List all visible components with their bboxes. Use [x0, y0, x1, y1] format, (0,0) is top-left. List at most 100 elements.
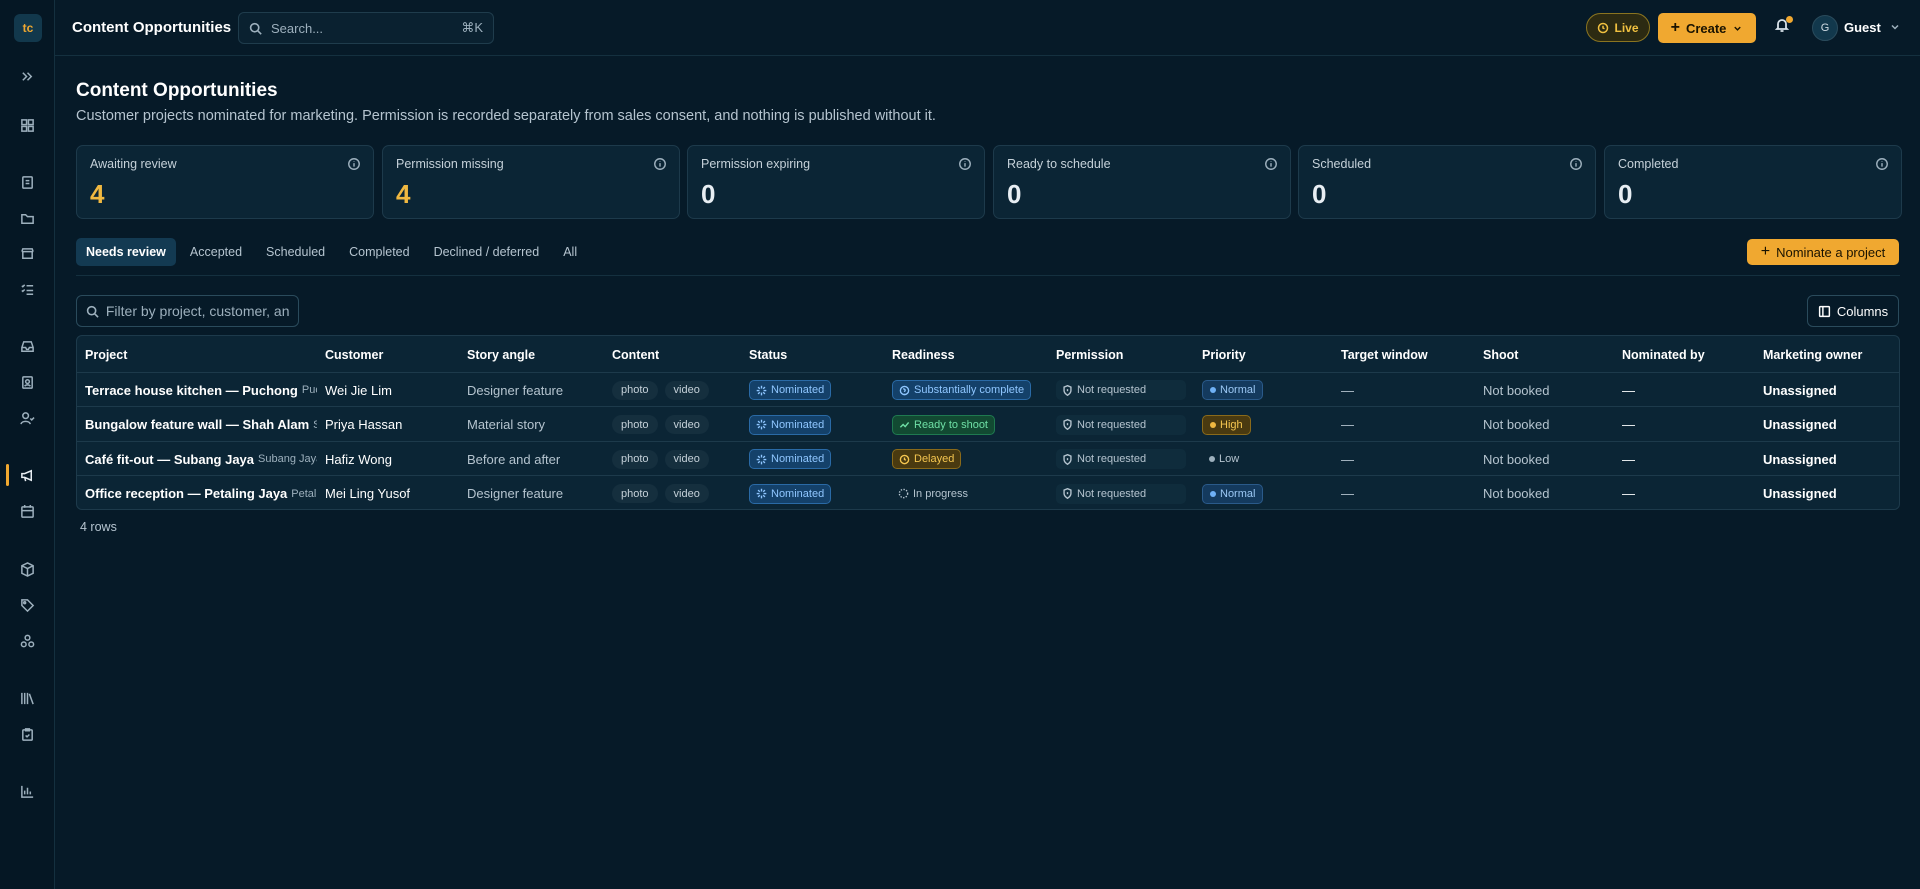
- stat-value: 0: [1007, 179, 1022, 209]
- marketing-owner-cell: Unassigned: [1763, 382, 1837, 398]
- column-header[interactable]: Marketing owner: [1763, 336, 1862, 373]
- search-icon: [249, 22, 262, 35]
- target-window-cell: —: [1341, 486, 1354, 501]
- info-icon[interactable]: [1875, 157, 1889, 174]
- sparkle-icon: [756, 454, 767, 465]
- avatar[interactable]: G: [1812, 15, 1838, 41]
- dashed-circle-icon: [898, 488, 909, 499]
- marketing-owner-cell: Unassigned: [1763, 417, 1837, 432]
- shoot-cell: Not booked: [1483, 486, 1550, 501]
- content-cell: photo video: [612, 442, 742, 476]
- priority-cell: High: [1202, 408, 1337, 442]
- column-header[interactable]: Status: [749, 336, 787, 373]
- columns-icon: [1818, 305, 1830, 317]
- marketing-owner-cell: Unassigned: [1763, 451, 1837, 467]
- table-filter[interactable]: [76, 295, 299, 327]
- checklist-icon[interactable]: [0, 275, 55, 303]
- column-header[interactable]: Readiness: [892, 336, 955, 373]
- stat-card: Scheduled 0: [1298, 145, 1596, 219]
- status-badge-text: Nominated: [771, 418, 825, 431]
- folder-icon[interactable]: [0, 204, 55, 232]
- project-cell[interactable]: Café fit-out — Subang Jaya Subang Jaya: [85, 442, 317, 476]
- megaphone-icon[interactable]: [0, 461, 55, 489]
- user-check-icon[interactable]: [0, 404, 55, 432]
- project-name: Terrace house kitchen — Puchong: [85, 382, 298, 398]
- table-row[interactable]: Café fit-out — Subang Jaya Subang Jaya Haf…: [77, 442, 1899, 476]
- notifications-button[interactable]: [1774, 16, 1794, 37]
- status-badge: Nominated: [749, 380, 832, 400]
- column-header[interactable]: Permission: [1056, 336, 1123, 373]
- column-header[interactable]: Target window: [1341, 336, 1428, 373]
- document-icon[interactable]: [0, 168, 55, 196]
- table-row[interactable]: Bungalow feature wall — Shah AlamShah Al…: [77, 408, 1899, 442]
- contact-card-icon[interactable]: [0, 368, 55, 396]
- app-logo[interactable]: tc: [14, 14, 42, 42]
- expand-icon[interactable]: [0, 62, 55, 90]
- tab-scheduled[interactable]: Scheduled: [256, 238, 335, 266]
- tag-icon[interactable]: [0, 591, 55, 619]
- project-cell[interactable]: Bungalow feature wall — Shah AlamShah Al…: [85, 408, 317, 442]
- calendar-icon[interactable]: [0, 497, 55, 525]
- topbar: Content Opportunities Search... ⌘K Live …: [55, 0, 1920, 56]
- create-button[interactable]: + Create: [1658, 13, 1756, 43]
- column-header[interactable]: Shoot: [1483, 336, 1518, 373]
- bar-chart-icon[interactable]: [0, 777, 55, 805]
- readiness-cell: Delayed: [892, 442, 1052, 476]
- stat-value: 4: [90, 179, 105, 209]
- info-icon[interactable]: [347, 157, 361, 174]
- permission-badge-text: Not requested: [1077, 418, 1147, 431]
- inbox-icon[interactable]: [0, 332, 55, 360]
- filter-input[interactable]: [105, 303, 289, 319]
- tab-accepted[interactable]: Accepted: [180, 238, 252, 266]
- column-header[interactable]: Content: [612, 336, 659, 373]
- tab-completed[interactable]: Completed: [339, 238, 419, 266]
- story-angle-cell: Material story: [467, 417, 546, 432]
- filter-tabs: Needs review Accepted Scheduled Completed De…: [76, 238, 587, 266]
- column-header[interactable]: Story angle: [467, 336, 535, 373]
- plus-icon: +: [1760, 243, 1771, 260]
- columns-button[interactable]: Columns: [1807, 295, 1899, 327]
- project-location: Puchong: [301, 384, 317, 396]
- global-search[interactable]: Search... ⌘K: [238, 12, 494, 44]
- user-name[interactable]: Guest: [1844, 20, 1881, 35]
- project-cell[interactable]: Terrace house kitchen — PuchongPuchong: [85, 373, 317, 407]
- column-header[interactable]: Project: [85, 336, 127, 373]
- content-chip: video: [664, 449, 709, 469]
- priority-dot: [1210, 421, 1216, 428]
- library-icon[interactable]: [0, 684, 55, 712]
- user-menu-chevron-icon[interactable]: [1889, 21, 1901, 36]
- tab-declined-deferred[interactable]: Declined / deferred: [424, 238, 550, 266]
- column-header[interactable]: Nominated by: [1622, 336, 1705, 373]
- cluster-icon[interactable]: [0, 627, 55, 655]
- status-cell: Nominated: [749, 442, 889, 476]
- search-shortcut: ⌘K: [461, 20, 483, 35]
- table-row[interactable]: Terrace house kitchen — PuchongPuchong We…: [77, 373, 1899, 407]
- status-badge: Nominated: [749, 414, 832, 435]
- readiness-badge: Delayed: [892, 449, 962, 469]
- info-icon[interactable]: [1569, 157, 1583, 174]
- column-header[interactable]: Priority: [1202, 336, 1246, 373]
- search-placeholder: Search...: [271, 20, 324, 36]
- tab-all[interactable]: All: [553, 238, 587, 266]
- live-label: Live: [1614, 20, 1639, 35]
- table-row[interactable]: Office reception — Petaling JayaPetaling…: [77, 477, 1899, 510]
- live-status-button[interactable]: Live: [1586, 13, 1650, 42]
- permission-cell: Not requested: [1056, 442, 1196, 476]
- info-icon[interactable]: [1264, 157, 1278, 174]
- nominate-project-button[interactable]: + Nominate a project: [1747, 239, 1899, 265]
- dashboard-icon[interactable]: [0, 111, 55, 139]
- project-cell[interactable]: Office reception — Petaling JayaPetaling…: [85, 477, 317, 510]
- shoot-cell: Not booked: [1483, 417, 1550, 432]
- shoot-cell: Not booked: [1483, 451, 1550, 467]
- permission-badge-text: Not requested: [1077, 384, 1147, 396]
- clipboard-check-icon[interactable]: [0, 720, 55, 748]
- priority-badge: Normal: [1202, 380, 1264, 400]
- live-clock-icon: [1598, 22, 1609, 33]
- column-header[interactable]: Customer: [325, 336, 383, 373]
- nominated-by-cell: —: [1622, 486, 1635, 501]
- tab-needs-review[interactable]: Needs review: [76, 238, 176, 266]
- package-icon[interactable]: [0, 555, 55, 583]
- info-icon[interactable]: [653, 157, 667, 174]
- info-icon[interactable]: [958, 157, 972, 174]
- store-icon[interactable]: [0, 239, 55, 267]
